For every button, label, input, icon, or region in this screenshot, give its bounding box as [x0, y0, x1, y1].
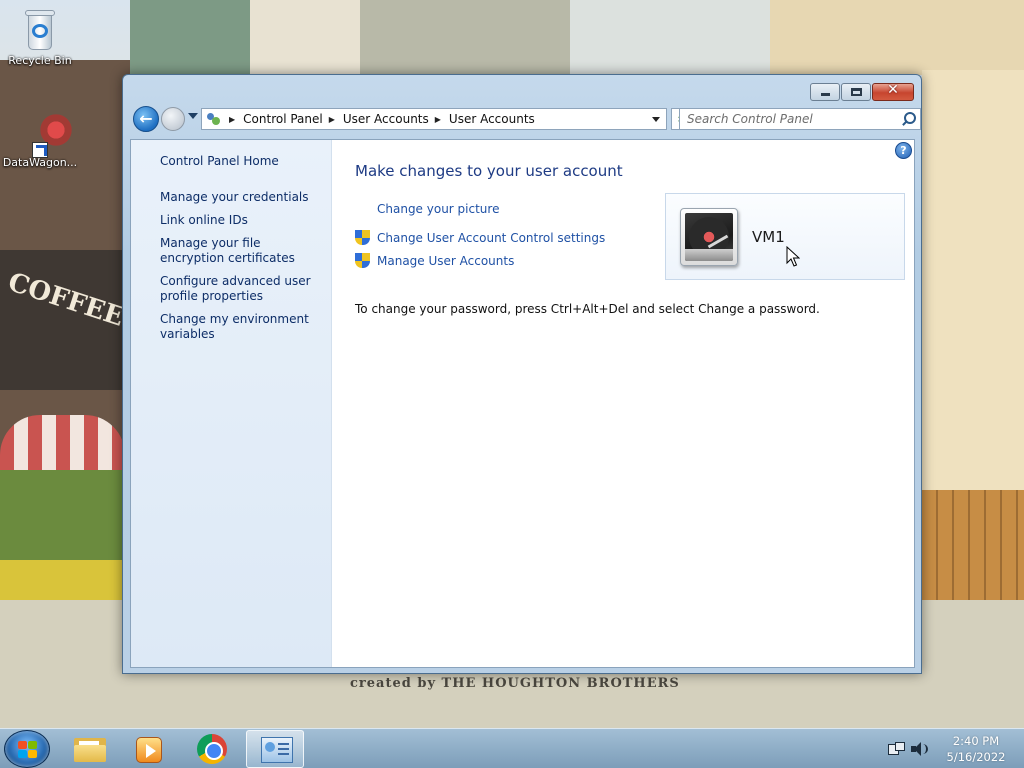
folder-icon — [74, 736, 106, 762]
breadcrumb-user-accounts-current[interactable]: User Accounts — [449, 112, 535, 126]
sidebar-item-advanced-profile[interactable]: Configure advanced user profile properti… — [160, 274, 325, 304]
desktop-icon-recycle-bin[interactable]: Recycle Bin — [0, 8, 80, 67]
user-account-card: VM1 — [665, 193, 905, 280]
wallpaper-building — [922, 70, 1024, 490]
chevron-right-icon[interactable]: ▶ — [229, 115, 235, 124]
clock-time: 2:40 PM — [952, 734, 1000, 748]
task-label[interactable]: Change your picture — [377, 202, 499, 216]
desktop-icon-datawagon[interactable]: DataWagon... — [0, 110, 80, 169]
clock[interactable]: 2:40 PM 5/16/2022 — [936, 733, 1016, 765]
navigation-bar: ← ▶ Control Panel ▶ User Accounts ▶ User… — [131, 106, 921, 133]
recycle-bin-icon — [23, 8, 57, 52]
user-name: VM1 — [752, 228, 785, 246]
shortcut-arrow-icon — [32, 142, 48, 158]
desktop-icon-label: Recycle Bin — [8, 54, 72, 67]
back-arrow-icon: ← — [139, 109, 153, 128]
wallpaper-building — [130, 0, 250, 75]
avatar — [680, 208, 738, 266]
recent-pages-dropdown[interactable] — [188, 113, 198, 119]
taskbar: 2:40 PM 5/16/2022 — [0, 728, 1024, 768]
windows-logo-icon — [18, 741, 38, 759]
wallpaper-building — [360, 0, 570, 75]
uac-shield-icon — [355, 230, 370, 246]
password-change-note: To change your password, press Ctrl+Alt+… — [355, 302, 820, 316]
start-button[interactable] — [4, 730, 50, 768]
taskbar-windows-explorer[interactable] — [60, 730, 118, 768]
search-icon[interactable] — [901, 112, 916, 126]
task-change-picture[interactable]: Change your picture — [355, 200, 499, 218]
chrome-icon — [197, 734, 227, 764]
mouse-cursor-icon — [786, 246, 800, 267]
wallpaper-awning — [0, 415, 125, 475]
address-bar[interactable]: ▶ Control Panel ▶ User Accounts ▶ User A… — [201, 108, 667, 130]
control-panel-window: ✕ ← ▶ Control Panel ▶ User Accounts ▶ Us… — [122, 74, 922, 674]
minimize-icon — [821, 93, 830, 96]
wallpaper-building — [570, 0, 770, 75]
breadcrumb-control-panel[interactable]: Control Panel — [243, 112, 323, 126]
address-dropdown-icon[interactable] — [648, 112, 664, 126]
sidebar-item-manage-credentials[interactable]: Manage your credentials — [160, 190, 325, 205]
volume-icon[interactable] — [911, 741, 929, 757]
turntable-picture-icon — [685, 213, 733, 261]
back-button[interactable]: ← — [133, 106, 159, 132]
media-player-icon — [136, 737, 162, 763]
chevron-right-icon[interactable]: ▶ — [435, 115, 441, 124]
sidebar-item-link-online-ids[interactable]: Link online IDs — [160, 213, 325, 228]
taskbar-windows-media-player[interactable] — [120, 730, 178, 768]
close-button[interactable]: ✕ — [872, 82, 914, 101]
task-manage-user-accounts[interactable]: Manage User Accounts — [355, 252, 514, 270]
control-panel-icon — [205, 111, 223, 127]
main-panel: ? Make changes to your user account Chan… — [332, 140, 914, 667]
wallpaper-building — [770, 0, 1024, 75]
datawagon-shortcut-icon — [18, 110, 76, 158]
help-icon[interactable]: ? — [895, 142, 912, 159]
page-title: Make changes to your user account — [355, 162, 623, 180]
wallpaper-building — [250, 0, 360, 75]
forward-button[interactable] — [161, 107, 185, 131]
taskbar-google-chrome[interactable] — [183, 730, 241, 768]
system-tray: 2:40 PM 5/16/2022 — [884, 729, 1024, 768]
control-panel-icon — [261, 737, 293, 763]
sidebar-item-environment-variables[interactable]: Change my environment variables — [160, 312, 325, 342]
task-label[interactable]: Change User Account Control settings — [377, 231, 605, 245]
close-icon: ✕ — [887, 82, 899, 98]
search-box[interactable] — [679, 108, 921, 130]
clock-date: 5/16/2022 — [946, 750, 1006, 764]
search-input[interactable] — [680, 109, 895, 129]
maximize-button[interactable] — [841, 83, 871, 101]
wallpaper-fence — [922, 490, 1024, 600]
content-area: Control Panel Home Manage your credentia… — [130, 139, 915, 668]
maximize-icon — [851, 88, 862, 96]
wallpaper-credit-text: created by THE HOUGHTON BROTHERS — [350, 676, 680, 691]
taskbar-control-panel[interactable] — [246, 730, 304, 768]
sidebar-home-link[interactable]: Control Panel Home — [160, 154, 279, 168]
sidebar: Control Panel Home Manage your credentia… — [131, 140, 332, 667]
breadcrumb-user-accounts[interactable]: User Accounts — [343, 112, 429, 126]
minimize-button[interactable] — [810, 83, 840, 101]
network-icon[interactable] — [888, 742, 905, 756]
window-controls: ✕ — [810, 82, 914, 101]
task-uac-settings[interactable]: Change User Account Control settings — [355, 229, 605, 247]
uac-shield-icon — [355, 253, 370, 269]
task-label[interactable]: Manage User Accounts — [377, 254, 514, 268]
sidebar-item-file-encryption[interactable]: Manage your file encryption certificates — [160, 236, 325, 266]
chevron-right-icon[interactable]: ▶ — [329, 115, 335, 124]
sidebar-task-list: Manage your credentials Link online IDs … — [160, 190, 325, 350]
